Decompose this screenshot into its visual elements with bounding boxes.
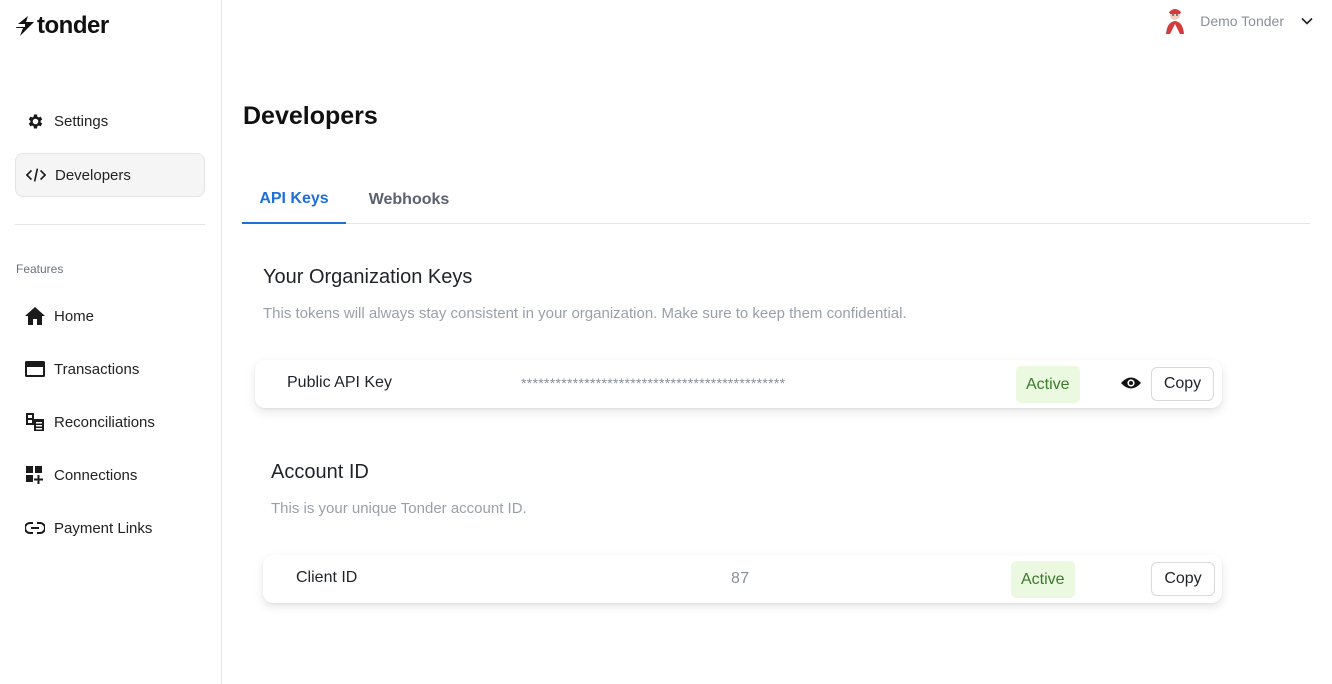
avatar bbox=[1166, 9, 1185, 34]
tab-bar: API Keys Webhooks bbox=[242, 176, 1310, 224]
sidebar-item-label: Payment Links bbox=[54, 519, 153, 537]
org-keys-description: This tokens will always stay consistent … bbox=[263, 305, 907, 322]
sidebar-item-label: Settings bbox=[54, 112, 109, 130]
client-id-value: 87 bbox=[731, 570, 750, 587]
status-badge: Active bbox=[1011, 561, 1075, 598]
features-section-label: Features bbox=[16, 262, 64, 276]
sidebar: tonder Settings Developers Features Home… bbox=[0, 0, 222, 684]
copy-client-id-button[interactable]: Copy bbox=[1151, 562, 1215, 596]
link-icon bbox=[25, 518, 45, 538]
user-menu[interactable]: Demo Tonder bbox=[1160, 6, 1314, 36]
sidebar-item-settings[interactable]: Settings bbox=[15, 99, 205, 143]
chevron-down-icon bbox=[1301, 17, 1313, 25]
sidebar-item-payment-links[interactable]: Payment Links bbox=[15, 506, 205, 550]
connections-icon bbox=[25, 465, 45, 485]
reconcile-icon bbox=[25, 412, 45, 432]
tab-webhooks[interactable]: Webhooks bbox=[354, 176, 464, 224]
code-icon bbox=[26, 165, 46, 185]
eye-icon[interactable] bbox=[1120, 374, 1142, 392]
public-api-key-row: Public API Key *************************… bbox=[255, 360, 1222, 408]
bolt-logo-icon bbox=[16, 16, 34, 36]
brand-name: tonder bbox=[37, 12, 109, 39]
sidebar-item-transactions[interactable]: Transactions bbox=[15, 347, 205, 391]
key-name: Public API Key bbox=[287, 374, 392, 391]
sidebar-item-home[interactable]: Home bbox=[15, 294, 205, 338]
key-value: ****************************************… bbox=[521, 375, 786, 391]
sidebar-item-label: Transactions bbox=[54, 360, 140, 378]
sidebar-item-reconciliations[interactable]: Reconciliations bbox=[15, 400, 205, 444]
key-name: Client ID bbox=[296, 569, 358, 586]
gear-icon bbox=[25, 111, 45, 131]
sidebar-item-label: Connections bbox=[54, 466, 138, 484]
sidebar-item-developers[interactable]: Developers bbox=[15, 153, 205, 197]
status-badge: Active bbox=[1016, 366, 1080, 403]
account-id-description: This is your unique Tonder account ID. bbox=[271, 500, 527, 517]
page-title: Developers bbox=[243, 102, 378, 130]
sidebar-item-label: Home bbox=[54, 307, 95, 325]
sidebar-item-connections[interactable]: Connections bbox=[15, 453, 205, 497]
account-id-title: Account ID bbox=[271, 461, 369, 483]
sidebar-item-label: Reconciliations bbox=[54, 413, 155, 431]
client-id-row: Client ID 87 Active Copy bbox=[263, 555, 1222, 603]
sidebar-divider bbox=[15, 224, 205, 225]
org-keys-title: Your Organization Keys bbox=[263, 266, 473, 288]
copy-api-key-button[interactable]: Copy bbox=[1151, 367, 1214, 401]
user-name: Demo Tonder bbox=[1200, 13, 1284, 29]
tab-api-keys[interactable]: API Keys bbox=[242, 176, 346, 224]
home-icon bbox=[25, 306, 45, 326]
card-icon bbox=[25, 359, 45, 379]
sidebar-item-label: Developers bbox=[55, 166, 131, 184]
tonder-logo[interactable]: tonder bbox=[16, 12, 109, 40]
